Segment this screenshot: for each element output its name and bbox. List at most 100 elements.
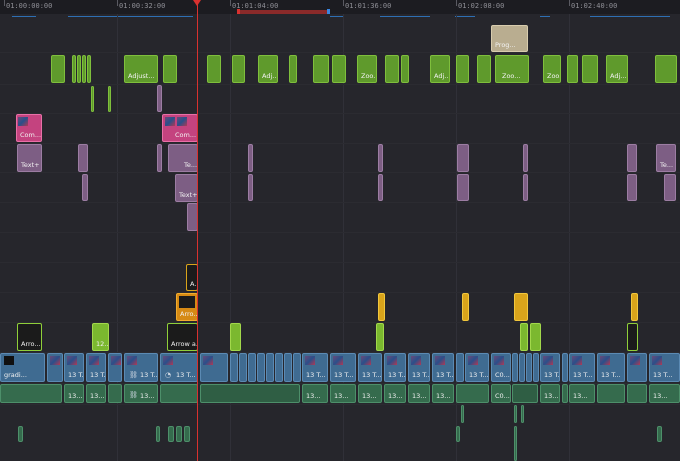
text-plus-clip[interactable]	[82, 174, 88, 201]
adjustment-clip[interactable]: Zoo...	[357, 55, 377, 83]
timecode-ruler[interactable]: 01:00:00:00 01:00:32:00 01:01:04:00 01:0…	[0, 0, 680, 14]
effect-clip[interactable]	[520, 323, 528, 351]
audio-clip[interactable]: 13...	[86, 384, 106, 403]
audio-clip[interactable]	[200, 384, 300, 403]
text-plus-clip[interactable]	[378, 144, 383, 172]
text-plus-clip[interactable]	[78, 144, 88, 172]
video-clip[interactable]: 13 T...	[432, 353, 454, 382]
adjustment-clip[interactable]: Zoo...	[495, 55, 529, 83]
video-clip[interactable]	[257, 353, 265, 382]
audio-clip[interactable]: 13...	[302, 384, 328, 403]
effect-clip[interactable]: Arro...	[176, 293, 198, 321]
effect-clip[interactable]	[230, 323, 241, 351]
audio-clip[interactable]	[168, 426, 174, 442]
video-clip[interactable]: ⛓ 13 T...	[124, 353, 158, 382]
audio-clip[interactable]	[160, 384, 198, 403]
adjustment-clip[interactable]	[289, 55, 297, 83]
audio-clip[interactable]	[456, 384, 489, 403]
video-clip[interactable]: 13 T...	[540, 353, 560, 382]
adjustment-clip[interactable]	[567, 55, 578, 83]
video-clip[interactable]	[526, 353, 532, 382]
video-clip[interactable]: 13 T...	[86, 353, 106, 382]
playhead[interactable]	[197, 0, 198, 461]
video-clip[interactable]: 13 T...	[358, 353, 382, 382]
effect-clip[interactable]	[631, 293, 638, 321]
audio-clip[interactable]: 13...	[569, 384, 595, 403]
effect-clip[interactable]: 12...	[92, 323, 109, 351]
effect-clip[interactable]	[627, 323, 638, 351]
effect-clip[interactable]	[376, 323, 384, 351]
video-clip[interactable]: 13 T...	[597, 353, 625, 382]
adjustment-clip[interactable]	[72, 55, 76, 83]
video-clip[interactable]	[200, 353, 228, 382]
adjustment-clip[interactable]	[313, 55, 329, 83]
video-clip[interactable]: 13 T...	[330, 353, 356, 382]
adjustment-clip[interactable]	[51, 55, 65, 83]
audio-clip[interactable]	[184, 426, 190, 442]
audio-clip[interactable]	[627, 384, 647, 403]
adjustment-clip[interactable]	[232, 55, 245, 83]
adjustment-clip[interactable]: Zoo...	[543, 55, 561, 83]
adjustment-clip[interactable]	[163, 55, 177, 83]
video-clip[interactable]: 13 T...	[465, 353, 489, 382]
video-clip[interactable]	[512, 353, 518, 382]
audio-clip[interactable]: 13...	[64, 384, 84, 403]
effect-clip[interactable]	[378, 293, 385, 321]
audio-clip[interactable]	[176, 426, 182, 442]
video-clip[interactable]	[519, 353, 525, 382]
audio-clip[interactable]	[521, 405, 524, 423]
text-plus-clip[interactable]	[248, 144, 253, 172]
video-clip[interactable]	[266, 353, 274, 382]
adjustment-clip[interactable]	[456, 55, 469, 83]
text-plus-clip[interactable]	[523, 144, 528, 172]
audio-clip[interactable]	[461, 405, 464, 423]
text-plus-clip[interactable]	[457, 144, 469, 172]
video-clip[interactable]: gradi...	[0, 353, 45, 382]
video-clip[interactable]	[230, 353, 238, 382]
text-plus-clip[interactable]	[627, 144, 637, 172]
video-clip[interactable]: 13 T...	[408, 353, 430, 382]
generator-clip[interactable]: Prog...	[491, 25, 528, 52]
adjustment-clip[interactable]	[582, 55, 598, 83]
text-plus-clip[interactable]: Text+	[175, 174, 198, 202]
adjustment-clip[interactable]: Adjust...	[124, 55, 158, 83]
video-clip[interactable]: 13 T...	[649, 353, 680, 382]
audio-clip[interactable]	[562, 384, 568, 403]
video-clip[interactable]: 13 T...	[569, 353, 595, 382]
text-plus-clip[interactable]	[627, 174, 637, 201]
text-plus-clip[interactable]: Text+	[17, 144, 42, 172]
effect-clip[interactable]	[530, 323, 541, 351]
effect-clip[interactable]	[462, 293, 469, 321]
video-clip[interactable]: 13 T...	[302, 353, 328, 382]
fusion-title-clip[interactable]: Com...	[16, 114, 42, 142]
audio-clip[interactable]	[0, 384, 62, 403]
video-clip[interactable]	[284, 353, 292, 382]
text-clip[interactable]	[157, 85, 162, 112]
adjustment-clip[interactable]	[477, 55, 491, 83]
video-clip[interactable]: C0...	[491, 353, 511, 382]
video-clip[interactable]	[275, 353, 283, 382]
text-plus-clip[interactable]	[157, 144, 162, 172]
audio-clip[interactable]: 13...	[330, 384, 356, 403]
video-clip[interactable]	[239, 353, 247, 382]
text-plus-clip[interactable]	[523, 174, 528, 201]
audio-clip[interactable]: 13...	[649, 384, 680, 403]
audio-clip[interactable]	[514, 426, 517, 461]
text-plus-clip[interactable]	[248, 174, 253, 201]
audio-clip[interactable]	[597, 384, 625, 403]
audio-clip[interactable]	[156, 426, 160, 442]
adjustment-clip[interactable]	[332, 55, 346, 83]
effect-clip[interactable]: Arrow a...	[167, 323, 198, 351]
video-clip[interactable]	[47, 353, 63, 382]
adjustment-clip[interactable]	[385, 55, 399, 83]
adjustment-clip[interactable]	[82, 55, 86, 83]
audio-clip[interactable]	[108, 384, 122, 403]
adjustment-clip[interactable]: Adj...	[258, 55, 278, 83]
in-out-range[interactable]	[237, 10, 330, 14]
video-clip[interactable]	[627, 353, 647, 382]
audio-clip[interactable]: 13...	[432, 384, 454, 403]
audio-clip[interactable]	[18, 426, 23, 442]
audio-clip[interactable]	[514, 405, 517, 423]
adjustment-clip[interactable]	[77, 55, 81, 83]
audio-clip[interactable]	[456, 426, 460, 442]
